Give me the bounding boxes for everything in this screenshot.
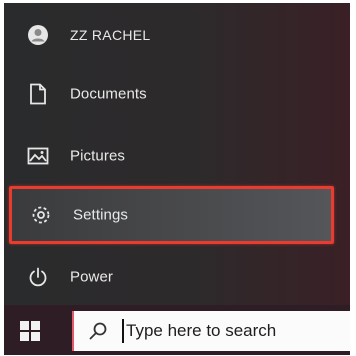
taskbar-search-box[interactable]: Type here to search — [72, 311, 350, 351]
start-menu-item-power[interactable]: Power — [4, 249, 350, 305]
user-name: ZZ RACHEL — [70, 27, 151, 43]
start-menu-item-documents[interactable]: Documents — [4, 66, 350, 122]
search-placeholder: Type here to search — [126, 321, 277, 340]
user-avatar-icon — [26, 23, 50, 47]
start-menu-item-settings[interactable]: Settings — [9, 186, 334, 244]
power-icon — [26, 265, 50, 289]
search-icon — [88, 321, 108, 341]
pictures-label: Pictures — [70, 147, 125, 165]
power-label: Power — [70, 268, 114, 286]
text-cursor — [122, 319, 124, 343]
documents-label: Documents — [70, 85, 147, 103]
screenshot-frame: ZZ RACHEL Documents Pictures Settings Po… — [4, 3, 350, 355]
settings-label: Settings — [73, 206, 128, 224]
start-menu-user[interactable]: ZZ RACHEL — [4, 7, 350, 63]
taskbar: Type here to search — [4, 305, 350, 355]
document-icon — [26, 82, 50, 106]
windows-logo-icon[interactable] — [18, 319, 42, 343]
start-menu-item-pictures[interactable]: Pictures — [4, 128, 350, 184]
pictures-icon — [26, 144, 50, 168]
gear-icon — [29, 203, 53, 227]
